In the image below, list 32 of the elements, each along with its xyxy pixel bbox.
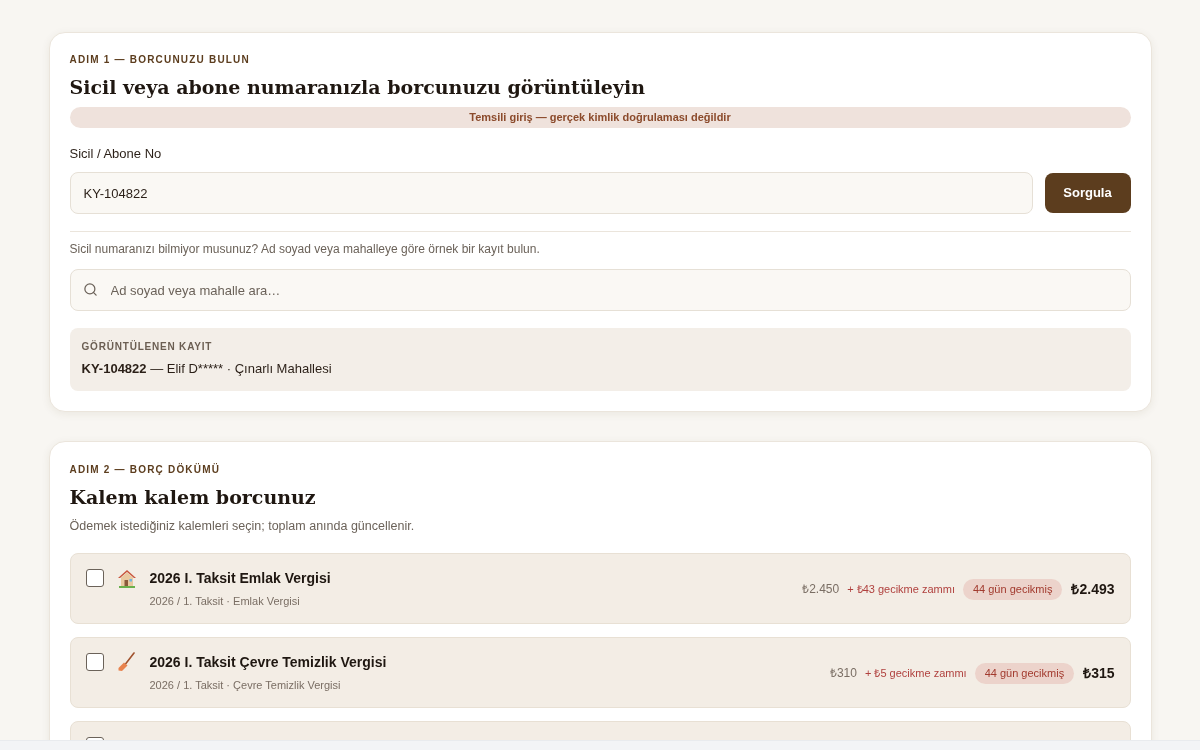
helper-text: Sicil numaranızı bilmiyor musunuz? Ad soyad veya mahalleye göre örnek bir kayıt bulun. [69, 241, 541, 257]
section-title: Kalem kalem borcunuz [69, 485, 317, 510]
step-label: ADIM 2 — BORÇ DÖKÜMÜ [69, 463, 222, 477]
query-button[interactable]: Sorgula [1044, 173, 1131, 213]
overdue-badge: 44 gün gecikmiş [962, 578, 1063, 600]
base-amount: ₺310 [829, 665, 857, 682]
house-icon [116, 568, 137, 588]
field-label: Sicil / Abone No [69, 145, 163, 163]
base-amount: ₺2.450 [802, 581, 840, 598]
item-subtitle: 2026 / 1. Taksit · Emlak Vergisi [149, 594, 301, 609]
step-label: ADIM 1 — BORCUNUZU BULUN [69, 53, 251, 67]
item-total: ₺2.493 [1071, 579, 1115, 599]
record-text: KY-104822 — Elif D***** · Çınarlı Mahallesi [81, 360, 333, 378]
section-title: Sicil veya abone numaranızla borcunuzu görüntüleyin [69, 75, 647, 100]
item-total: ₺315 [1083, 663, 1115, 683]
item-subtitle: 2026 / 1. Taksit · Çevre Temizlik Vergisi [149, 678, 342, 693]
search-icon [82, 282, 98, 297]
overdue-badge: 44 gün gecikmiş [974, 662, 1075, 684]
search-field[interactable]: Ad soyad veya mahalle ara… [69, 269, 1131, 311]
record-label: GÖRÜNTÜLENEN KAYIT [81, 340, 214, 354]
notice-banner: Temsili giriş — gerçek kimlik doğrulaması değildir [69, 107, 1131, 128]
debt-item[interactable]: 2026 I. Taksit Çevre Temizlik Vergisi 2026 / 1. Taksit · Çevre Temizlik Vergisi ₺310 + ₺5 gecikme zammı 44 gün gecikmiş ₺315 [69, 637, 1131, 708]
checkbox[interactable] [85, 569, 104, 587]
debt-item[interactable]: 2026 I. Taksit Emlak Vergisi 2026 / 1. Taksit · Emlak Vergisi ₺2.450 + ₺43 gecikme zammı 44 gün gecikmiş ₺2.493 [69, 553, 1131, 624]
input-field[interactable]: KY-104822 [69, 172, 1033, 214]
item-title: 2026 I. Taksit Emlak Vergisi [149, 569, 331, 588]
section-description: Ödemek istediğiniz kalemleri seçin; toplam anında güncellenir. [69, 518, 416, 535]
checkbox[interactable] [85, 653, 104, 671]
late-fee: + ₺43 gecikme zammı [847, 581, 955, 597]
broom-icon [116, 652, 137, 672]
item-title: 2026 I. Taksit Çevre Temizlik Vergisi [149, 653, 387, 672]
late-fee: + ₺5 gecikme zammı [864, 665, 967, 681]
